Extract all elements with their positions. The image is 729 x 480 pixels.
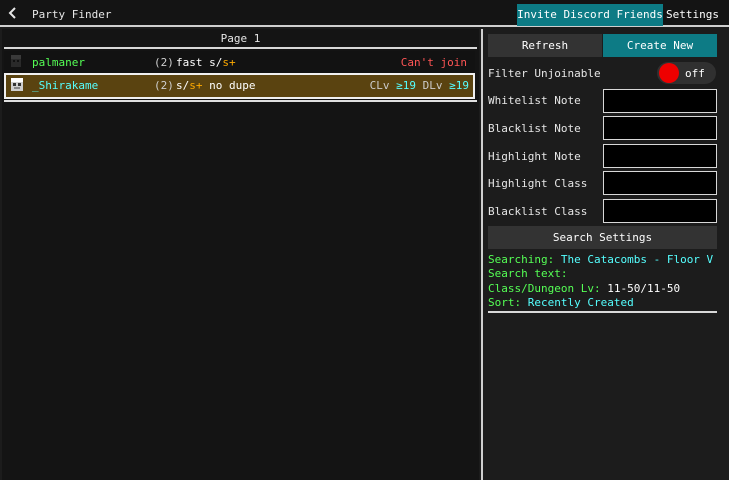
whitelist-note-input[interactable] [603,89,717,113]
party-leader: palmaner [32,56,85,69]
party-row-selected[interactable]: _Shirakame (2) s/s+ no dupe CLv ≥19 DLv … [4,73,475,99]
settings-button[interactable]: Settings [665,4,720,26]
panel-divider [481,29,483,480]
party-requirements: CLv ≥19 DLv ≥19 [370,79,469,92]
divider [4,47,477,49]
party-list-panel: Page 1 palmaner (2) fast s/s+ Can't join [2,29,479,480]
party-row[interactable]: palmaner (2) fast s/s+ Can't join [4,51,475,73]
party-note: s/s+ no dupe [176,79,255,92]
blacklist-class-label: Blacklist Class [488,205,588,218]
invite-discord-friends-button[interactable]: Invite Discord Friends [517,4,663,26]
dungeon-level-value: ≥19 [449,79,469,92]
divider [4,100,477,102]
sort-line: Sort: Recently Created [488,296,634,309]
party-note-text: s/ [176,79,190,92]
player-head-icon [10,77,23,91]
dungeon-level-label: DLv [422,79,443,92]
party-leader: _Shirakame [32,79,99,92]
blacklist-class-input[interactable] [603,199,717,223]
class-dungeon-line: Class/Dungeon Lv: 11-50/11-50 [488,282,680,295]
searching-line: Searching: The Catacombs - Floor V [488,253,713,266]
blacklist-note-label: Blacklist Note [488,122,581,135]
filter-unjoinable-toggle[interactable]: off [657,62,716,84]
chevron-left-icon[interactable] [8,6,20,20]
cant-join-status: Can't join [400,56,467,69]
party-size: (2) [154,56,174,69]
filter-unjoinable-label: Filter Unjoinable [488,67,601,80]
highlight-note-input[interactable] [603,144,717,168]
title-bar: Party Finder Invite Discord Friends Sett… [0,0,729,27]
divider [488,311,717,313]
whitelist-note-label: Whitelist Note [488,94,581,107]
search-sidebar: Refresh Create New Filter Unjoinable off… [485,29,729,480]
searching-value: The Catacombs - Floor V [560,253,714,266]
player-head-icon [10,54,22,68]
class-level-label: CLv [369,79,390,92]
page-label: Page 1 [220,32,261,45]
toggle-knob [659,63,679,83]
class-dungeon-label: Class/Dungeon Lv: [488,282,601,295]
refresh-button[interactable]: Refresh [488,34,602,57]
highlight-note-label: Highlight Note [488,150,581,163]
party-note-accent: s+ [222,56,236,69]
class-level-value: ≥19 [396,79,416,92]
sort-label: Sort: [488,296,522,309]
party-note: fast s/s+ [176,56,236,69]
blacklist-note-input[interactable] [603,116,717,140]
highlight-class-label: Highlight Class [488,177,588,190]
search-text-label: Search text: [488,267,568,280]
class-dungeon-value: 11-50/11-50 [607,282,681,295]
page-title: Party Finder [32,8,112,21]
party-note-text: fast s/ [176,56,223,69]
party-note-accent: s+ [189,79,203,92]
sort-value: Recently Created [527,296,634,309]
searching-label: Searching: [488,253,555,266]
party-note-text: no dupe [202,79,256,92]
toggle-state: off [685,67,705,80]
create-new-button[interactable]: Create New [603,34,717,57]
search-settings-button[interactable]: Search Settings [488,226,717,249]
search-text-line: Search text: [488,267,567,280]
highlight-class-input[interactable] [603,171,717,195]
party-size: (2) [154,79,174,92]
